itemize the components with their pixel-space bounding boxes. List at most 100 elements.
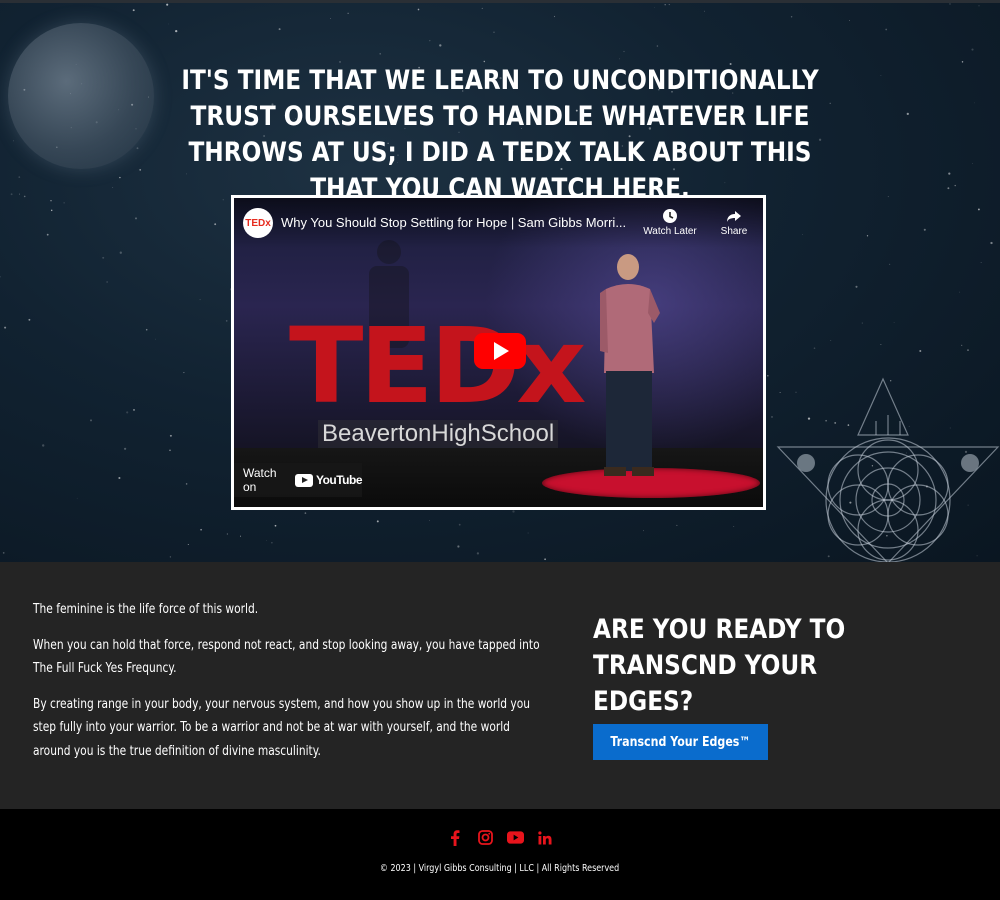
- star: [476, 552, 480, 555]
- linkedin-icon[interactable]: [537, 829, 554, 846]
- star: [169, 434, 172, 437]
- youtube-play-icon: [294, 473, 313, 487]
- star: [175, 29, 178, 33]
- star: [643, 530, 644, 532]
- star: [959, 291, 960, 293]
- share-label: Share: [720, 226, 748, 237]
- star: [656, 45, 659, 47]
- star: [132, 9, 135, 12]
- content-section: The feminine is the life force of this w…: [0, 562, 1000, 809]
- sacred-geometry-decoration: [776, 377, 1000, 562]
- star: [429, 519, 430, 521]
- star: [139, 169, 142, 171]
- share-button[interactable]: Share: [712, 208, 756, 237]
- star: [458, 523, 461, 526]
- star: [50, 209, 53, 212]
- star: [861, 322, 863, 324]
- star: [330, 18, 331, 19]
- clock-icon: [639, 208, 701, 226]
- star: [967, 349, 969, 351]
- star: [767, 375, 769, 377]
- star: [733, 526, 735, 527]
- instagram-icon[interactable]: [477, 829, 494, 846]
- star: [668, 4, 670, 6]
- star: [676, 524, 678, 526]
- star: [947, 187, 950, 190]
- speaker-figure: [600, 254, 660, 476]
- star: [980, 262, 982, 263]
- star: [654, 6, 655, 8]
- star: [990, 241, 993, 245]
- star: [214, 223, 217, 226]
- star: [481, 7, 483, 9]
- star: [771, 415, 773, 418]
- star: [23, 195, 26, 198]
- star: [888, 263, 891, 266]
- star: [887, 196, 889, 198]
- star: [483, 60, 486, 63]
- star: [119, 176, 121, 179]
- body-text: The feminine is the life force of this w…: [33, 598, 546, 775]
- footer: © 2023 | Virgyl Gibbs Consulting | LLC |…: [0, 809, 1000, 900]
- star: [977, 208, 980, 211]
- star: [10, 193, 13, 196]
- star: [187, 543, 189, 546]
- star: [949, 3, 951, 5]
- play-icon: [494, 342, 509, 360]
- star: [4, 326, 7, 329]
- star: [623, 50, 625, 53]
- star: [954, 184, 956, 187]
- channel-avatar[interactable]: TEDx: [243, 208, 273, 238]
- star: [123, 447, 127, 450]
- star: [126, 411, 129, 414]
- star: [885, 28, 888, 31]
- transcend-edges-button[interactable]: Transcnd Your Edges™: [593, 724, 768, 760]
- watch-later-button[interactable]: Watch Later: [639, 208, 701, 237]
- paragraph: The feminine is the life force of this w…: [33, 602, 259, 617]
- watch-on-youtube-button[interactable]: Watch on YouTube: [234, 463, 363, 497]
- star: [102, 256, 105, 259]
- star: [347, 12, 349, 14]
- facebook-icon[interactable]: [447, 829, 464, 846]
- star: [133, 409, 135, 411]
- star: [145, 328, 148, 331]
- share-arrow-icon: [712, 208, 756, 226]
- star: [28, 318, 31, 321]
- play-button[interactable]: [474, 333, 526, 369]
- star: [813, 347, 816, 349]
- star: [12, 140, 14, 142]
- star: [266, 540, 268, 541]
- youtube-icon[interactable]: [506, 829, 524, 846]
- star: [974, 102, 976, 104]
- paragraph: By creating range in your body, your ner…: [33, 696, 531, 759]
- star: [271, 542, 273, 544]
- star: [664, 3, 666, 6]
- star: [961, 61, 964, 63]
- star: [304, 512, 307, 514]
- star: [106, 281, 108, 283]
- star: [704, 10, 705, 12]
- star: [42, 444, 45, 447]
- hero-headline: IT'S TIME THAT WE LEARN TO UNCONDITIONAL…: [181, 65, 819, 204]
- star: [76, 497, 78, 499]
- star: [493, 31, 495, 33]
- video-embed[interactable]: TEDx BeavertonHighSchool TEDx Why You Sh…: [231, 195, 766, 510]
- star: [948, 172, 951, 175]
- paragraph: When you can hold that force, respond no…: [33, 637, 540, 677]
- video-title[interactable]: Why You Should Stop Settling for Hope | …: [281, 215, 631, 230]
- venue-sign: BeavertonHighSchool: [318, 420, 559, 448]
- star: [802, 234, 803, 235]
- star: [379, 53, 381, 55]
- star: [553, 15, 556, 18]
- hero-section: IT'S TIME THAT WE LEARN TO UNCONDITIONAL…: [0, 0, 1000, 562]
- watch-on-label: Watch on: [243, 466, 277, 494]
- star: [18, 176, 21, 178]
- star: [512, 510, 515, 513]
- star: [169, 556, 172, 558]
- star: [50, 200, 52, 202]
- star: [906, 112, 909, 116]
- star: [457, 545, 460, 548]
- star: [118, 476, 121, 480]
- star: [199, 299, 201, 301]
- star: [183, 372, 185, 374]
